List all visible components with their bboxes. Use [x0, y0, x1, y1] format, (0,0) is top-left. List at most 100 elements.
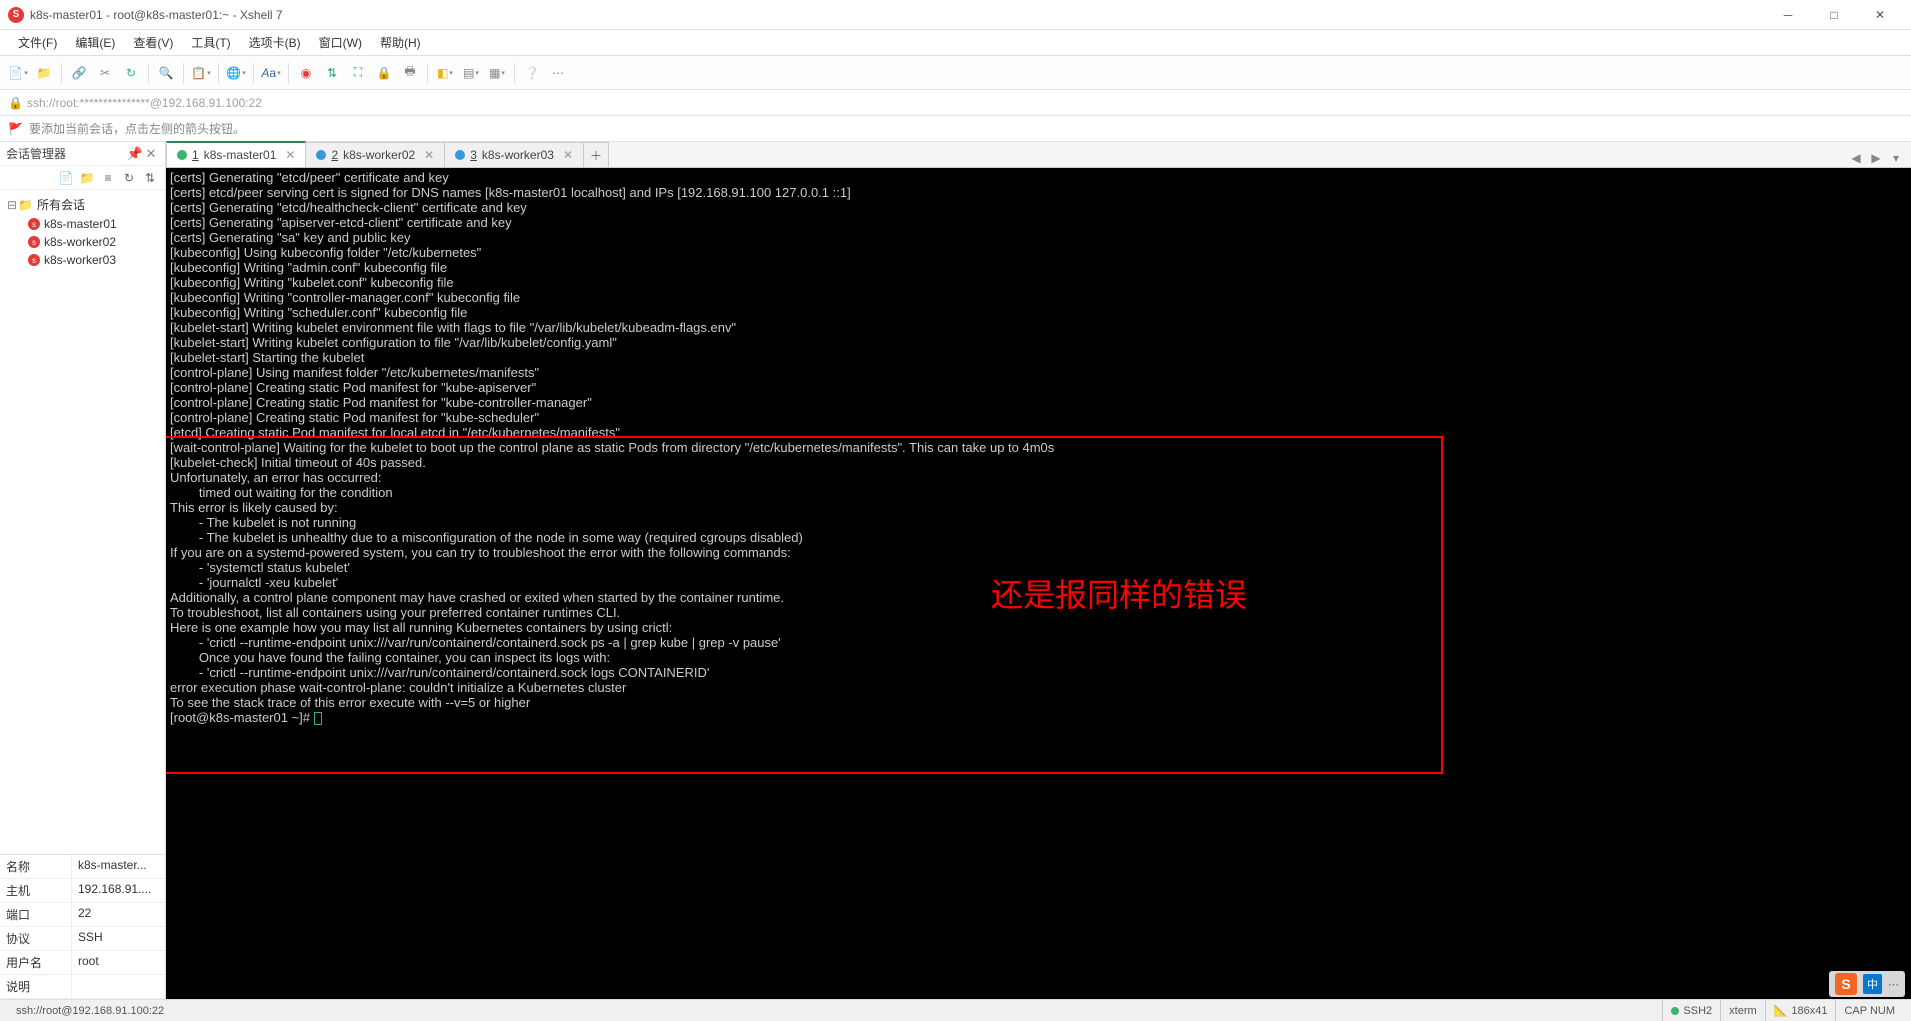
tab-num: 3: [470, 148, 477, 162]
ime-icon[interactable]: S: [1835, 973, 1857, 995]
prop-val: root: [72, 951, 165, 974]
xagent-button[interactable]: ◉: [294, 61, 318, 85]
menu-window[interactable]: 窗口(W): [311, 31, 370, 54]
xftp-button[interactable]: ⇅: [320, 61, 344, 85]
font-button[interactable]: Aa▾: [259, 61, 283, 85]
tab-worker02[interactable]: 2 k8s-worker02 ✕: [305, 142, 445, 167]
sort-icon[interactable]: ⇅: [141, 169, 159, 187]
tree-root[interactable]: ⊟ 📁 所有会话: [0, 194, 165, 215]
sidebar-header: 会话管理器 📌 ✕: [0, 142, 165, 166]
session-item-worker03[interactable]: s k8s-worker03: [0, 251, 165, 269]
prop-row: 说明: [0, 975, 165, 999]
session-label: k8s-worker03: [44, 253, 116, 267]
prop-key: 用户名: [0, 951, 72, 974]
prop-row: 协议SSH: [0, 927, 165, 951]
collapse-icon[interactable]: ⊟: [6, 198, 18, 212]
terminal-line: [certs] Generating "apiserver-etcd-clien…: [170, 215, 1907, 230]
address-bar[interactable]: 🔒 ssh://root:***************@192.168.91.…: [0, 90, 1911, 116]
terminal-line: [certs] Generating "sa" key and public k…: [170, 230, 1907, 245]
terminal-prompt[interactable]: [root@k8s-master01 ~]#: [170, 710, 1907, 725]
tab-label: k8s-master01: [204, 148, 277, 162]
tray-icon[interactable]: ⋯: [1888, 978, 1899, 991]
root-label: 所有会话: [37, 196, 85, 213]
printer-button[interactable]: 🖶: [398, 61, 422, 85]
menu-tab[interactable]: 选项卡(B): [241, 31, 309, 54]
prop-val: 192.168.91....: [72, 879, 165, 902]
search-button[interactable]: 🔍: [154, 61, 178, 85]
connect-button[interactable]: 🔗: [67, 61, 91, 85]
window-controls: ─ □ ✕: [1765, 0, 1903, 30]
tab-next-button[interactable]: ▶: [1867, 149, 1885, 167]
tile-h-button[interactable]: ▤▾: [459, 61, 483, 85]
copy-button[interactable]: 📋▾: [189, 61, 213, 85]
status-size: 📐 186x41: [1765, 1000, 1836, 1021]
terminal-line: [kubeconfig] Writing "controller-manager…: [170, 290, 1907, 305]
menu-tools[interactable]: 工具(T): [183, 31, 238, 54]
prop-val: k8s-master...: [72, 855, 165, 878]
sidebar-pin-button[interactable]: 📌: [127, 146, 143, 162]
terminal-line: Once you have found the failing containe…: [170, 650, 1907, 665]
new-session-icon[interactable]: 📄: [57, 169, 75, 187]
terminal-line: [control-plane] Creating static Pod mani…: [170, 410, 1907, 425]
system-tray: S 中 ⋯: [1829, 971, 1905, 997]
workspace: 会话管理器 📌 ✕ 📄 📁 ≡ ↻ ⇅ ⊟ 📁 所有会话 s k8s-maste…: [0, 142, 1911, 999]
status-connection: ssh://root@192.168.91.100:22: [8, 1000, 1662, 1021]
status-bar: ssh://root@192.168.91.100:22 SSH2 xterm …: [0, 999, 1911, 1021]
tab-close-icon[interactable]: ✕: [563, 148, 573, 162]
new-session-button[interactable]: 📄▾: [6, 61, 30, 85]
help-button[interactable]: ❔: [520, 61, 544, 85]
minimize-button[interactable]: ─: [1765, 0, 1811, 30]
sidebar-close-button[interactable]: ✕: [143, 146, 159, 162]
session-item-worker02[interactable]: s k8s-worker02: [0, 233, 165, 251]
menu-help[interactable]: 帮助(H): [372, 31, 429, 54]
toolbar: 📄▾ 📁 🔗 ✂ ↻ 🔍 📋▾ 🌐▾ Aa▾ ◉ ⇅ ⛶ 🔒 🖶 ◧▾ ▤▾ ▦…: [0, 56, 1911, 90]
menu-view[interactable]: 查看(V): [125, 31, 181, 54]
sidebar-tools: 📄 📁 ≡ ↻ ⇅: [0, 166, 165, 190]
ime-mode[interactable]: 中: [1863, 974, 1882, 994]
tab-close-icon[interactable]: ✕: [424, 148, 434, 162]
tab-master01[interactable]: 1 k8s-master01 ✕: [166, 141, 306, 167]
close-button[interactable]: ✕: [1857, 0, 1903, 30]
terminal-line: error execution phase wait-control-plane…: [170, 680, 1907, 695]
terminal-line: [control-plane] Creating static Pod mani…: [170, 395, 1907, 410]
prop-row: 名称k8s-master...: [0, 855, 165, 879]
status-dot-icon: [1671, 1007, 1679, 1015]
terminal-line: [certs] Generating "etcd/healthcheck-cli…: [170, 200, 1907, 215]
highlight-button[interactable]: ◧▾: [433, 61, 457, 85]
about-button[interactable]: ⋯: [546, 61, 570, 85]
globe-button[interactable]: 🌐▾: [224, 61, 248, 85]
open-button[interactable]: 📁: [32, 61, 56, 85]
prop-key: 名称: [0, 855, 72, 878]
full-screen-button[interactable]: ⛶: [346, 61, 370, 85]
disconnect-button[interactable]: ✂: [93, 61, 117, 85]
terminal[interactable]: [certs] Generating "etcd/peer" certifica…: [166, 168, 1911, 999]
tab-close-icon[interactable]: ✕: [285, 148, 295, 162]
sidebar-title: 会话管理器: [6, 145, 66, 162]
session-item-master01[interactable]: s k8s-master01: [0, 215, 165, 233]
terminal-line: [control-plane] Creating static Pod mani…: [170, 380, 1907, 395]
menu-edit[interactable]: 编辑(E): [67, 31, 123, 54]
new-folder-icon[interactable]: 📁: [78, 169, 96, 187]
terminal-line: This error is likely caused by:: [170, 500, 1907, 515]
address-text: ssh://root:***************@192.168.91.10…: [27, 96, 262, 110]
add-tab-button[interactable]: ＋: [583, 142, 609, 167]
tab-prev-button[interactable]: ◀: [1847, 149, 1865, 167]
terminal-line: [kubeconfig] Using kubeconfig folder "/e…: [170, 245, 1907, 260]
terminal-line: [control-plane] Using manifest folder "/…: [170, 365, 1907, 380]
tab-list-button[interactable]: ▾: [1887, 149, 1905, 167]
terminal-line: [kubelet-start] Writing kubelet environm…: [170, 320, 1907, 335]
lock-button[interactable]: 🔒: [372, 61, 396, 85]
prop-row: 主机192.168.91....: [0, 879, 165, 903]
refresh-icon[interactable]: ↻: [120, 169, 138, 187]
maximize-button[interactable]: □: [1811, 0, 1857, 30]
session-icon: s: [28, 236, 40, 248]
list-view-icon[interactable]: ≡: [99, 169, 117, 187]
session-label: k8s-worker02: [44, 235, 116, 249]
tile-v-button[interactable]: ▦▾: [485, 61, 509, 85]
reconnect-button[interactable]: ↻: [119, 61, 143, 85]
terminal-line: Unfortunately, an error has occurred:: [170, 470, 1907, 485]
menu-file[interactable]: 文件(F): [10, 31, 65, 54]
tab-worker03[interactable]: 3 k8s-worker03 ✕: [444, 142, 584, 167]
session-icon: s: [28, 254, 40, 266]
prop-row: 用户名root: [0, 951, 165, 975]
